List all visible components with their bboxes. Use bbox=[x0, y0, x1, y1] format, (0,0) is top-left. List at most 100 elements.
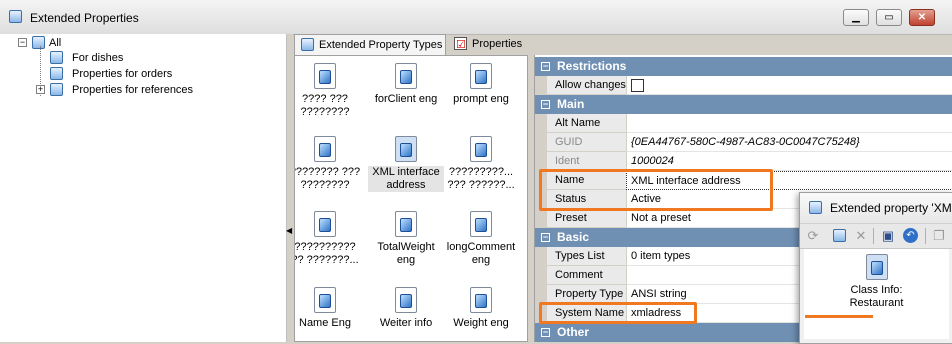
popup-title: Extended property 'XML bbox=[830, 201, 952, 215]
property-type-icon bbox=[395, 211, 417, 237]
maximize-button[interactable]: ▭ bbox=[876, 9, 902, 26]
tree-item-properties-for-orders[interactable]: Properties for orders bbox=[4, 66, 274, 82]
category-label: Main bbox=[557, 97, 585, 111]
property-type-icon bbox=[314, 136, 336, 162]
window-title-bar: Extended Properties ▁ ▭ ✕ bbox=[0, 0, 952, 35]
popup-toolbar: ⟳ ✕ ▣ ↶ ❐ bbox=[800, 223, 952, 249]
row-gutter bbox=[535, 209, 547, 228]
window-title: Extended Properties bbox=[30, 11, 139, 25]
property-type-item[interactable]: prompt eng bbox=[443, 63, 519, 106]
popup-body: Class Info: Restaurant bbox=[804, 249, 949, 339]
property-name: Allow changes bbox=[547, 76, 626, 95]
row-gutter bbox=[535, 133, 547, 152]
property-folder-icon bbox=[50, 67, 63, 80]
guid-value: {0EA44767-580C-4987-AC83-0C0047C75248} bbox=[626, 133, 952, 152]
tree-item-for-dishes[interactable]: For dishes bbox=[4, 50, 274, 66]
row-gutter bbox=[535, 76, 547, 95]
property-type-item[interactable]: TotalWeight eng bbox=[368, 211, 444, 267]
minimize-button[interactable]: ▁ bbox=[843, 9, 869, 26]
category-label: Other bbox=[557, 325, 590, 339]
close-icon: ✕ bbox=[917, 12, 927, 23]
property-type-item[interactable]: forClient eng bbox=[368, 63, 444, 106]
properties-checklist-icon: ☑ bbox=[454, 37, 467, 51]
copy-icon[interactable]: ❐ bbox=[931, 228, 947, 244]
property-name: Preset bbox=[547, 209, 626, 228]
property-type-item[interactable]: Weiter info bbox=[368, 287, 444, 330]
category-restrictions[interactable]: − Restrictions bbox=[535, 57, 952, 76]
class-info-label-line1: Class Info: bbox=[850, 284, 903, 296]
property-type-icon-list: ???? ??? ???????? forClient eng prompt e… bbox=[294, 55, 528, 342]
property-type-icon bbox=[470, 63, 492, 89]
property-type-item[interactable]: ?????????... ??? ??????... bbox=[443, 136, 519, 192]
property-type-item[interactable]: ???? ??? ???????? bbox=[295, 63, 363, 119]
tree-item-label: Properties for orders bbox=[72, 68, 173, 80]
system-name-highlight bbox=[539, 302, 697, 324]
tab-extended-property-types[interactable]: Extended Property Types bbox=[294, 34, 446, 55]
property-type-icon bbox=[395, 136, 417, 162]
tab-label: Properties bbox=[472, 38, 523, 50]
class-info-underline bbox=[805, 315, 873, 318]
property-type-item[interactable]: ?????????? ?? ???????... bbox=[295, 211, 363, 267]
splitter-arrow-icon[interactable]: ◀ bbox=[286, 226, 292, 235]
class-info-item[interactable]: Class Info: Restaurant bbox=[804, 254, 949, 310]
grid-row-allow-changes[interactable]: Allow changes bbox=[535, 76, 952, 95]
property-type-item[interactable]: Weight eng bbox=[443, 287, 519, 330]
property-type-icon bbox=[301, 38, 314, 51]
grid-row-guid[interactable]: GUID {0EA44767-580C-4987-AC83-0C0047C752… bbox=[535, 133, 952, 152]
category-label: Basic bbox=[557, 230, 590, 244]
property-name: Comment bbox=[547, 266, 626, 285]
app-icon bbox=[9, 10, 22, 23]
property-type-item[interactable]: Name Eng bbox=[295, 287, 363, 330]
property-type-icon bbox=[314, 211, 336, 237]
property-type-icon bbox=[314, 63, 336, 89]
property-folder-icon bbox=[50, 83, 63, 96]
property-type-icon bbox=[470, 211, 492, 237]
collapse-icon[interactable]: − bbox=[18, 38, 27, 47]
folder-icon bbox=[32, 36, 45, 49]
property-type-icon bbox=[470, 287, 492, 313]
name-status-highlight bbox=[539, 169, 773, 211]
property-name: Types List bbox=[547, 247, 626, 266]
expand-icon[interactable]: + bbox=[36, 85, 45, 94]
tree-item-label: All bbox=[49, 37, 62, 49]
extended-property-popup: Extended property 'XML ⟳ ✕ ▣ ↶ ❐ Class I… bbox=[799, 192, 952, 344]
property-value bbox=[626, 76, 952, 95]
panel-splitter[interactable] bbox=[286, 34, 293, 342]
alt-name-value[interactable] bbox=[626, 114, 952, 133]
row-gutter bbox=[535, 114, 547, 133]
property-type-item[interactable]: ???????? ??? ???????? bbox=[295, 136, 363, 192]
allow-changes-checkbox[interactable] bbox=[631, 79, 644, 92]
toolbar-separator bbox=[925, 228, 926, 244]
new-property-icon[interactable] bbox=[833, 229, 846, 242]
property-folder-icon bbox=[50, 51, 63, 64]
tree-item-properties-for-references[interactable]: + Properties for references bbox=[4, 82, 274, 98]
collapse-icon[interactable]: − bbox=[541, 233, 550, 242]
toolbar-separator bbox=[873, 228, 874, 244]
maximize-icon: ▭ bbox=[884, 12, 894, 23]
collapse-icon[interactable]: − bbox=[541, 100, 550, 109]
save-icon[interactable]: ▣ bbox=[880, 228, 896, 244]
minimize-icon: ▁ bbox=[852, 12, 860, 23]
tab-properties[interactable]: ☑ Properties bbox=[448, 34, 538, 55]
delete-icon[interactable]: ✕ bbox=[853, 228, 869, 244]
property-type-item-selected[interactable]: XML interface address bbox=[368, 136, 444, 192]
property-type-icon bbox=[809, 201, 822, 214]
undo-icon[interactable]: ↶ bbox=[903, 228, 918, 243]
property-name: GUID bbox=[547, 133, 626, 152]
category-main[interactable]: − Main bbox=[535, 95, 952, 114]
popup-title-bar: Extended property 'XML bbox=[800, 193, 952, 223]
property-type-icon bbox=[395, 63, 417, 89]
close-button[interactable]: ✕ bbox=[909, 9, 935, 26]
collapse-icon[interactable]: − bbox=[541, 62, 550, 71]
tree-item-label: For dishes bbox=[72, 52, 124, 64]
class-info-label-line2: Restaurant bbox=[849, 297, 904, 309]
tree-item-label: Properties for references bbox=[72, 84, 194, 96]
property-type-icon bbox=[314, 287, 336, 313]
refresh-icon[interactable]: ⟳ bbox=[805, 228, 821, 244]
row-gutter bbox=[535, 247, 547, 266]
collapse-icon[interactable]: − bbox=[541, 328, 550, 337]
category-tree: − All For dishes Properties for orders +… bbox=[0, 34, 287, 342]
property-type-item[interactable]: longComment eng bbox=[443, 211, 519, 267]
row-gutter bbox=[535, 266, 547, 285]
grid-row-alt-name[interactable]: Alt Name bbox=[535, 114, 952, 133]
